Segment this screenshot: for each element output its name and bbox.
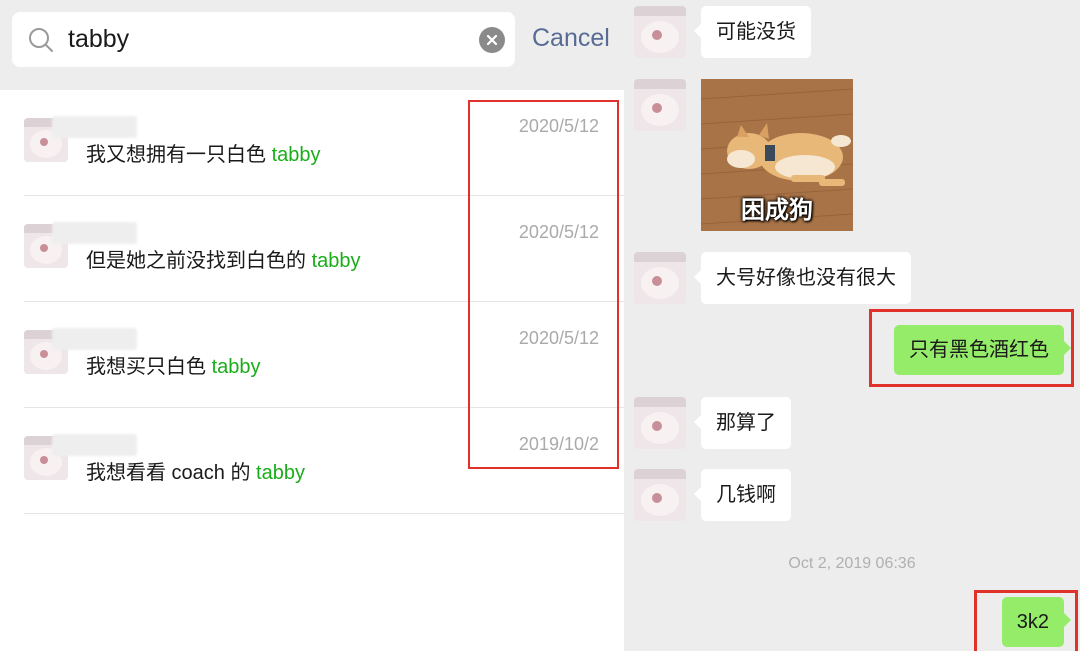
- avatar[interactable]: [634, 469, 686, 521]
- result-message: 我又想拥有一只白色 tabby: [86, 144, 321, 166]
- contact-name-blurred: [52, 434, 137, 456]
- avatar[interactable]: [634, 252, 686, 304]
- chat-message-incoming: 那算了: [624, 397, 1080, 449]
- search-bar: tabby Cancel: [0, 0, 624, 90]
- annotation-box-reply: [869, 309, 1074, 387]
- message-bubble[interactable]: 可能没货: [694, 6, 811, 58]
- result-message: 但是她之前没找到白色的 tabby: [86, 250, 361, 272]
- match-highlight: tabby: [256, 462, 305, 484]
- chat-message-incoming: 可能没货: [624, 6, 1080, 58]
- search-query[interactable]: tabby: [68, 23, 129, 55]
- search-input[interactable]: tabby: [12, 12, 515, 67]
- search-panel: tabby Cancel 我又想拥有一只白色 tabby 2020/5/12 但…: [0, 0, 624, 651]
- message-bubble[interactable]: 大号好像也没有很大: [694, 252, 911, 304]
- search-icon: [29, 28, 53, 52]
- chat-timestamp: Oct 2, 2019 06:36: [788, 555, 916, 572]
- match-highlight: tabby: [271, 144, 321, 166]
- contact-name-blurred: [52, 222, 137, 244]
- annotation-box-dates: [468, 100, 619, 469]
- result-message: 我想看看 coach 的 tabby: [86, 462, 305, 484]
- chat-message-incoming: 几钱啊: [624, 469, 1080, 521]
- match-highlight: tabby: [311, 250, 361, 272]
- sticker-caption: 困成狗: [741, 197, 813, 224]
- message-bubble[interactable]: 几钱啊: [694, 469, 791, 521]
- chat-message-incoming: 大号好像也没有很大: [624, 252, 1080, 304]
- cancel-button[interactable]: Cancel: [532, 22, 610, 54]
- avatar[interactable]: [634, 6, 686, 58]
- message-bubble[interactable]: 那算了: [694, 397, 791, 449]
- contact-name-blurred: [52, 328, 137, 350]
- sticker-image[interactable]: 困成狗: [701, 79, 853, 231]
- avatar[interactable]: [634, 79, 686, 131]
- annotation-box-price: [974, 590, 1078, 651]
- divider: [24, 513, 624, 514]
- match-highlight: tabby: [211, 356, 261, 378]
- avatar[interactable]: [634, 397, 686, 449]
- result-message: 我想买只白色 tabby: [86, 356, 261, 378]
- clear-icon[interactable]: [479, 27, 505, 53]
- contact-name-blurred: [52, 116, 137, 138]
